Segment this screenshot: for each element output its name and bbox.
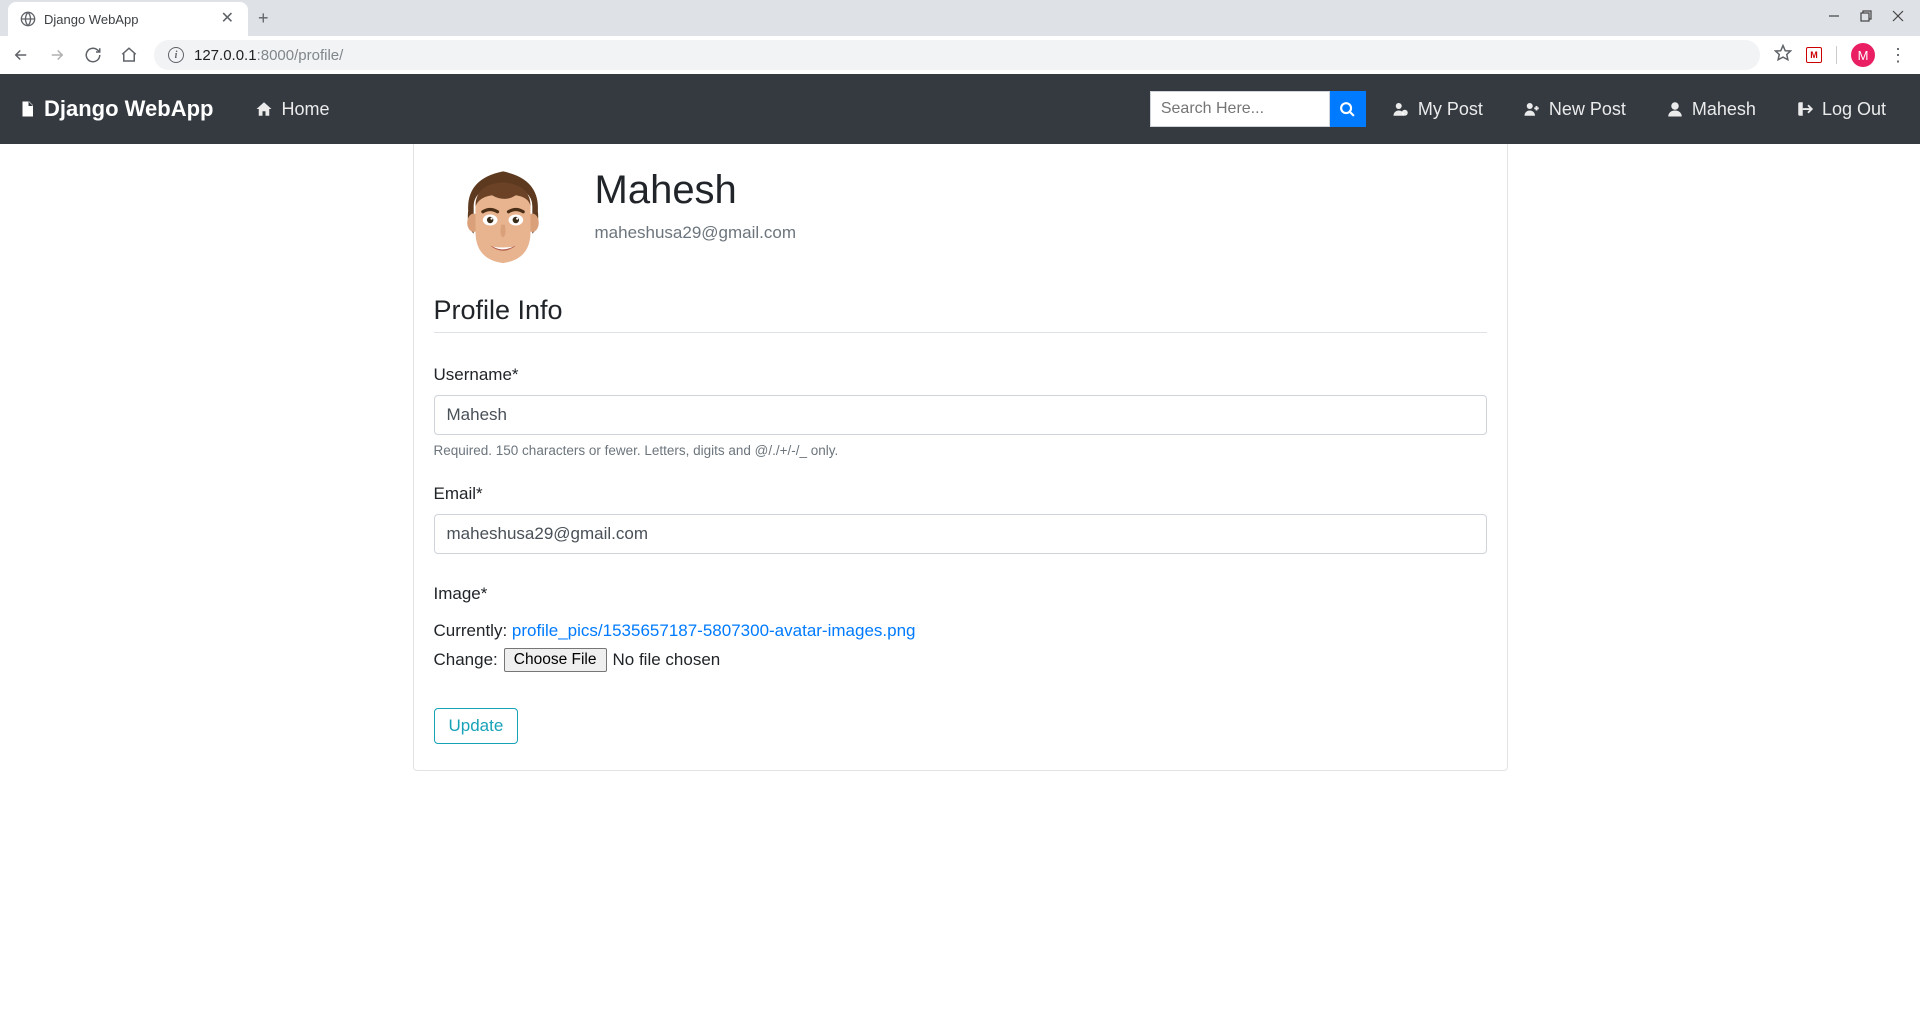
username-input[interactable] [434,395,1487,435]
email-label: Email* [434,484,1487,504]
profile-avatar [446,162,561,277]
username-help: Required. 150 characters or fewer. Lette… [434,443,1487,458]
nav-username[interactable]: Mahesh [1650,99,1772,120]
currently-label: Currently: [434,621,512,640]
current-image-row: Currently: profile_pics/1535657187-58073… [434,617,1487,644]
tab-close-icon[interactable]: ✕ [219,9,236,29]
search-form [1150,91,1366,127]
nav-username-label: Mahesh [1692,99,1756,120]
brand-link[interactable]: Django WebApp [18,96,213,122]
home-icon[interactable] [118,46,140,64]
close-icon[interactable] [1892,9,1904,27]
no-file-label: No file chosen [613,646,721,673]
profile-card: Mahesh maheshusa29@gmail.com Profile Inf… [413,144,1508,771]
image-label: Image* [434,580,1487,607]
brand-text: Django WebApp [44,96,213,122]
separator [1836,46,1837,64]
app-navbar: Django WebApp Home My Post New Post Mahe… [0,74,1920,144]
tabs-row: Django WebApp ✕ + [0,0,1920,36]
profile-name: Mahesh [595,168,797,213]
home-icon [255,100,273,118]
user-plus-icon [1523,100,1541,118]
choose-file-button[interactable]: Choose File [504,648,607,672]
file-icon [18,98,36,120]
nav-logout[interactable]: Log Out [1780,99,1902,120]
reload-icon[interactable] [82,46,104,64]
toolbar-right: M M ⋮ [1774,43,1910,67]
profile-header: Mahesh maheshusa29@gmail.com [434,162,1487,277]
globe-icon [20,11,36,27]
window-controls [1828,9,1920,27]
nav-my-post[interactable]: My Post [1376,99,1499,120]
update-button[interactable]: Update [434,708,519,744]
back-icon[interactable] [10,46,32,64]
url-text: 127.0.0.1:8000/profile/ [194,47,343,64]
search-icon [1339,101,1356,118]
email-input[interactable] [434,514,1487,554]
nav-logout-label: Log Out [1822,99,1886,120]
username-group: Username* Required. 150 characters or fe… [434,365,1487,458]
nav-new-post-label: New Post [1549,99,1626,120]
user-icon [1666,100,1684,118]
browser-tab[interactable]: Django WebApp ✕ [8,2,248,36]
profile-headings: Mahesh maheshusa29@gmail.com [595,162,797,243]
extension-icon[interactable]: M [1806,47,1822,63]
nav-right: My Post New Post Mahesh Log Out [1376,99,1902,120]
section-title: Profile Info [434,295,1487,333]
minimize-icon[interactable] [1828,9,1840,27]
new-tab-button[interactable]: + [258,8,269,29]
logout-icon [1796,100,1814,118]
change-row: Change: Choose File No file chosen [434,646,1487,673]
user-circle-icon [1392,100,1410,118]
forward-icon[interactable] [46,46,68,64]
maximize-icon[interactable] [1860,9,1872,27]
profile-avatar-icon[interactable]: M [1851,43,1875,67]
address-bar-row: i 127.0.0.1:8000/profile/ M M ⋮ [0,36,1920,74]
profile-email: maheshusa29@gmail.com [595,223,797,243]
tab-title: Django WebApp [44,12,211,27]
search-input[interactable] [1150,91,1330,127]
image-group: Image* Currently: profile_pics/153565718… [434,580,1487,674]
username-label: Username* [434,365,1487,385]
email-group: Email* [434,484,1487,554]
change-label: Change: [434,646,498,673]
url-bar[interactable]: i 127.0.0.1:8000/profile/ [154,40,1760,70]
site-info-icon[interactable]: i [168,47,184,63]
menu-kebab-icon[interactable]: ⋮ [1889,45,1906,66]
nav-home-label: Home [281,99,329,120]
nav-new-post[interactable]: New Post [1507,99,1642,120]
browser-chrome: Django WebApp ✕ + i 127.0.0.1:8000/profi… [0,0,1920,74]
current-image-link[interactable]: profile_pics/1535657187-5807300-avatar-i… [512,621,916,640]
bookmark-star-icon[interactable] [1774,44,1792,67]
nav-my-post-label: My Post [1418,99,1483,120]
search-button[interactable] [1330,91,1366,127]
nav-home[interactable]: Home [241,99,343,120]
